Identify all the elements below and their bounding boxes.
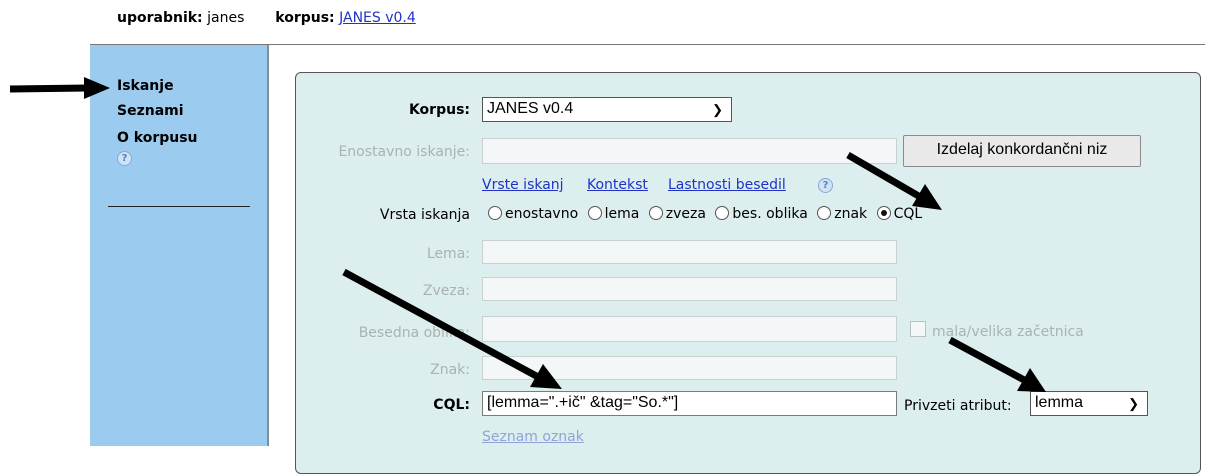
- cql-input[interactable]: [lemma=".+ič" &tag="So.*"]: [482, 391, 897, 416]
- lemma-label: Lema:: [426, 246, 470, 262]
- radio-wordform[interactable]: bes. oblika: [715, 206, 808, 222]
- default-attr-value: lemma: [1035, 394, 1084, 411]
- default-attr-select[interactable]: lemma ❯: [1030, 391, 1148, 416]
- help-icon[interactable]: ?: [117, 151, 132, 166]
- radio-char[interactable]: znak: [817, 206, 867, 222]
- sidebar-item-lists[interactable]: Seznami: [117, 103, 184, 119]
- radio-lemma[interactable]: lema: [587, 206, 639, 222]
- link-search-types[interactable]: Vrste iskanj: [482, 177, 564, 193]
- link-text-properties[interactable]: Lastnosti besedil: [668, 177, 786, 193]
- corpus-select[interactable]: JANES v0.4 ❯: [482, 97, 732, 122]
- cql-label: CQL:: [433, 397, 470, 413]
- radio-icon[interactable]: [488, 206, 502, 220]
- wordform-label: Besedna oblika:: [358, 325, 470, 341]
- corpus-label: korpus:: [275, 10, 335, 26]
- radio-icon[interactable]: [715, 206, 730, 220]
- char-input[interactable]: [482, 356, 897, 380]
- chevron-down-icon: ❯: [1128, 396, 1139, 411]
- lemma-input[interactable]: [482, 240, 897, 264]
- concordance-button[interactable]: Izdelaj konkordančni niz: [903, 135, 1141, 167]
- sidebar-item-search[interactable]: Iskanje: [117, 78, 174, 94]
- simple-search-input[interactable]: [482, 138, 897, 164]
- corpus-link[interactable]: JANES v0.4: [339, 10, 416, 26]
- sidebar-divider: [108, 206, 250, 207]
- simple-search-label: Enostavno iskanje:: [338, 144, 470, 160]
- phrase-input[interactable]: [482, 277, 897, 301]
- radio-cql[interactable]: CQL: [876, 206, 922, 222]
- case-label: mala/velika začetnica: [932, 324, 1084, 340]
- wordform-input[interactable]: [482, 316, 897, 342]
- chevron-down-icon: ❯: [712, 102, 723, 117]
- corpus-select-label: Korpus:: [408, 102, 470, 118]
- phrase-label: Zveza:: [422, 283, 470, 299]
- radio-simple[interactable]: enostavno: [488, 206, 578, 222]
- default-attr-label: Privzeti atribut:: [904, 398, 1012, 414]
- radio-icon[interactable]: [817, 206, 832, 220]
- tags-list-link[interactable]: Seznam oznak: [482, 429, 584, 445]
- header-bar: uporabnik: janes korpus: JANES v0.4: [117, 10, 416, 26]
- radio-icon[interactable]: [648, 206, 663, 220]
- case-checkbox[interactable]: [910, 321, 926, 337]
- sidebar-item-about[interactable]: O korpusu: [117, 130, 198, 146]
- link-context[interactable]: Kontekst: [587, 177, 648, 193]
- radio-phrase[interactable]: zveza: [648, 206, 706, 222]
- radio-selected-icon[interactable]: [876, 206, 891, 220]
- help-icon[interactable]: ?: [818, 178, 833, 193]
- user-label: uporabnik:: [117, 10, 203, 26]
- search-type-group: enostavno lema zveza bes. oblika znak CQ…: [488, 206, 927, 222]
- search-type-label: Vrsta iskanja: [379, 207, 470, 223]
- user-value: janes: [207, 10, 245, 26]
- corpus-select-value: JANES v0.4: [487, 100, 574, 117]
- char-label: Znak:: [430, 362, 470, 378]
- radio-icon[interactable]: [587, 206, 602, 220]
